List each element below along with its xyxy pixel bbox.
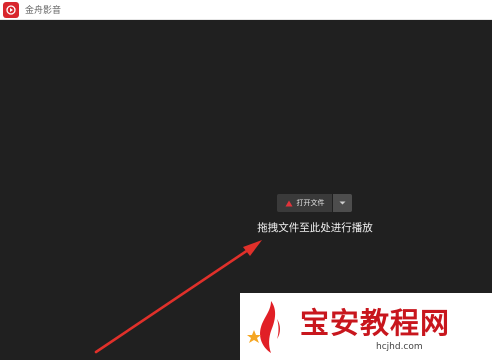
play-logo-icon — [3, 1, 19, 18]
watermark-site-name: 宝安教程网 — [300, 306, 451, 340]
title-bar[interactable]: 金舟影音 — [0, 0, 492, 19]
site-logo-icon — [247, 301, 280, 353]
upload-triangle-icon — [285, 200, 292, 206]
play-logo-glyph — [6, 4, 16, 15]
app-window: 金舟影音 打开文件 拖拽文件至此处进行播放 宝安教程网 hcjhd.com — [0, 0, 492, 360]
open-options-dropdown[interactable] — [333, 194, 352, 212]
open-file-label: 打开文件 — [296, 199, 325, 207]
drop-hint-text: 拖拽文件至此处进行播放 — [257, 222, 373, 234]
watermark: 宝安教程网 hcjhd.com — [240, 293, 492, 360]
app-title: 金舟影音 — [25, 6, 62, 16]
open-file-group: 打开文件 — [277, 194, 352, 212]
open-file-button[interactable]: 打开文件 — [277, 194, 332, 212]
caret-down-icon — [339, 201, 346, 205]
watermark-url: hcjhd.com — [376, 342, 423, 352]
